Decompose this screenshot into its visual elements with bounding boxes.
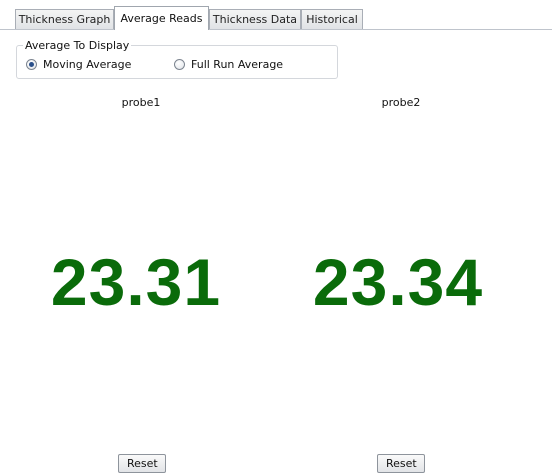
moving-average-option[interactable]: Moving Average [26, 57, 131, 71]
probe2-value: 23.34 [312, 245, 484, 319]
probe2-reset-button[interactable]: Reset [377, 454, 425, 473]
tab-thickness-data[interactable]: Thickness Data [209, 9, 301, 29]
tab-historical[interactable]: Historical [301, 9, 363, 29]
average-group-title: Average To Display [25, 39, 130, 52]
full-run-average-label: Full Run Average [191, 57, 284, 71]
probe1-label: probe1 [121, 96, 161, 109]
tab-average-reads[interactable]: Average Reads [114, 6, 209, 30]
moving-average-radio[interactable] [26, 58, 37, 70]
probe1-value: 23.31 [50, 245, 222, 319]
full-run-average-radio[interactable] [174, 58, 185, 70]
moving-average-label: Moving Average [43, 57, 132, 71]
full-run-average-option[interactable]: Full Run Average [174, 57, 283, 71]
probe2-label: probe2 [381, 96, 421, 109]
probe1-reset-button[interactable]: Reset [118, 454, 166, 473]
average-reads-panel: Average To Display Moving Average Full R… [0, 30, 552, 474]
tab-strip: Thickness Graph Average Reads Thickness … [0, 0, 552, 30]
tab-thickness-graph[interactable]: Thickness Graph [15, 9, 114, 29]
